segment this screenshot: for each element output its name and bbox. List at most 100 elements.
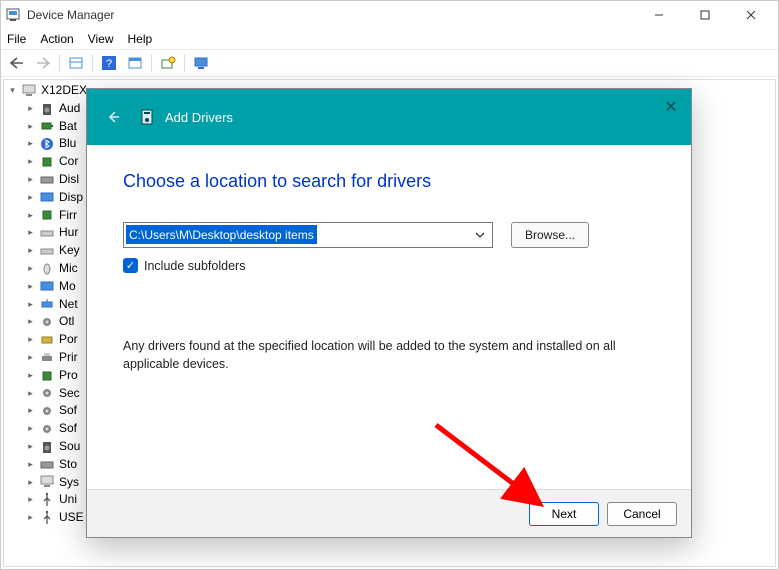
tree-item-label: Sof xyxy=(59,420,77,438)
device-icon xyxy=(39,492,55,508)
device-icon xyxy=(39,332,55,348)
device-icon xyxy=(39,154,55,170)
show-hidden-icon[interactable] xyxy=(64,52,88,74)
expand-icon[interactable]: ▸ xyxy=(24,209,37,222)
device-icon xyxy=(39,225,55,241)
include-subfolders-checkbox[interactable]: ✓ xyxy=(123,258,138,273)
device-icon xyxy=(39,385,55,401)
device-icon xyxy=(39,421,55,437)
dialog-heading: Choose a location to search for drivers xyxy=(123,171,655,192)
menu-help[interactable]: Help xyxy=(128,32,153,46)
monitor-icon[interactable] xyxy=(189,52,213,74)
device-icon xyxy=(39,190,55,206)
expand-icon[interactable]: ▸ xyxy=(24,156,37,169)
device-icon xyxy=(39,136,55,152)
tree-item-label: Por xyxy=(59,331,78,349)
tree-item-label: Bat xyxy=(59,118,77,136)
tree-item-label: Hur xyxy=(59,224,78,242)
forward-icon[interactable] xyxy=(31,52,55,74)
device-icon xyxy=(39,314,55,330)
expand-icon[interactable]: ▸ xyxy=(24,191,37,204)
expand-icon[interactable]: ▸ xyxy=(24,138,37,151)
tree-root-label: X12DEX xyxy=(41,82,87,100)
dialog-title: Add Drivers xyxy=(165,110,233,125)
tree-item-label: Sto xyxy=(59,456,77,474)
view-icon[interactable] xyxy=(123,52,147,74)
expand-icon[interactable]: ▸ xyxy=(24,387,37,400)
tree-item-label: Sof xyxy=(59,402,77,420)
expand-icon[interactable]: ▸ xyxy=(24,120,37,133)
expand-icon[interactable]: ▸ xyxy=(24,227,37,240)
expand-icon[interactable]: ▸ xyxy=(24,102,37,115)
tree-item-label: Sec xyxy=(59,385,80,403)
tree-item-label: Uni xyxy=(59,491,77,509)
browse-button[interactable]: Browse... xyxy=(511,222,589,248)
expand-icon[interactable]: ▸ xyxy=(24,173,37,186)
cancel-button[interactable]: Cancel xyxy=(607,502,677,526)
driver-icon xyxy=(137,107,157,127)
path-combobox[interactable]: C:\Users\M\Desktop\desktop items xyxy=(123,222,493,248)
expand-icon[interactable]: ▸ xyxy=(24,512,37,525)
minimize-button[interactable] xyxy=(636,1,682,29)
tree-item-label: USE xyxy=(59,509,84,527)
expand-icon[interactable]: ▸ xyxy=(24,316,37,329)
device-icon xyxy=(39,403,55,419)
tree-item-label: Disp xyxy=(59,189,83,207)
device-icon xyxy=(39,172,55,188)
chevron-down-icon[interactable] xyxy=(471,226,489,244)
expand-icon[interactable]: ▸ xyxy=(24,440,37,453)
device-icon xyxy=(39,207,55,223)
back-icon[interactable] xyxy=(5,52,29,74)
tree-item-label: Pro xyxy=(59,367,78,385)
tree-item-label: Cor xyxy=(59,153,78,171)
tree-item-label: Mic xyxy=(59,260,78,278)
next-button[interactable]: Next xyxy=(529,502,599,526)
window-title: Device Manager xyxy=(27,8,114,22)
tree-item-label: Net xyxy=(59,296,78,314)
tree-item-label: Firr xyxy=(59,207,77,225)
device-icon xyxy=(39,118,55,134)
device-icon xyxy=(39,457,55,473)
device-icon xyxy=(39,296,55,312)
svg-text:?: ? xyxy=(106,58,112,70)
device-icon xyxy=(39,101,55,117)
expand-icon[interactable]: ▸ xyxy=(24,262,37,275)
expand-icon[interactable]: ▸ xyxy=(24,458,37,471)
toolbar: ? xyxy=(1,49,778,77)
expand-icon[interactable]: ▸ xyxy=(24,280,37,293)
menubar: File Action View Help xyxy=(1,29,778,49)
close-button[interactable] xyxy=(728,1,774,29)
scan-icon[interactable] xyxy=(156,52,180,74)
expand-icon[interactable]: ▸ xyxy=(24,476,37,489)
tree-item-label: Prir xyxy=(59,349,78,367)
device-icon xyxy=(39,350,55,366)
expand-icon[interactable]: ▸ xyxy=(24,298,37,311)
tree-item-label: Blu xyxy=(59,135,76,153)
expand-icon[interactable]: ▸ xyxy=(24,405,37,418)
dialog-close-icon[interactable]: ✕ xyxy=(661,97,681,117)
menu-file[interactable]: File xyxy=(7,32,26,46)
include-subfolders-label: Include subfolders xyxy=(144,259,245,273)
menu-view[interactable]: View xyxy=(88,32,114,46)
device-icon xyxy=(39,243,55,259)
expand-icon[interactable]: ▸ xyxy=(24,494,37,507)
app-icon xyxy=(5,7,21,23)
pc-icon xyxy=(21,83,37,99)
dialog-back-icon[interactable] xyxy=(101,105,125,129)
tree-item-label: Disl xyxy=(59,171,79,189)
tree-item-label: Aud xyxy=(59,100,80,118)
tree-item-label: Otl xyxy=(59,313,74,331)
expand-icon[interactable]: ▸ xyxy=(24,423,37,436)
info-text: Any drivers found at the specified locat… xyxy=(123,337,655,373)
expand-icon[interactable]: ▸ xyxy=(24,351,37,364)
device-icon xyxy=(39,261,55,277)
expand-icon[interactable]: ▸ xyxy=(24,245,37,258)
tree-item-label: Sys xyxy=(59,474,79,492)
help-icon[interactable]: ? xyxy=(97,52,121,74)
expand-icon[interactable]: ▸ xyxy=(24,334,37,347)
expand-icon[interactable]: ▸ xyxy=(24,369,37,382)
device-icon xyxy=(39,368,55,384)
menu-action[interactable]: Action xyxy=(40,32,73,46)
maximize-button[interactable] xyxy=(682,1,728,29)
device-icon xyxy=(39,474,55,490)
